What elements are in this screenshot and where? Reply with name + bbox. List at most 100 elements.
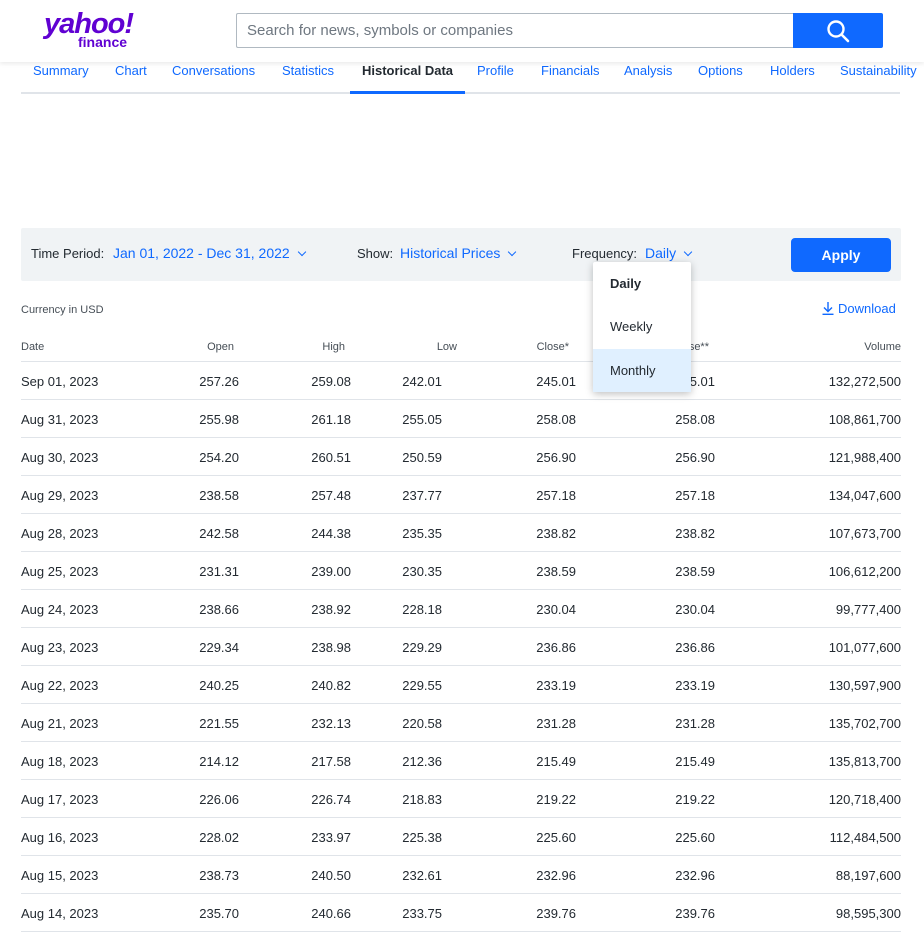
search-button[interactable] bbox=[793, 13, 883, 48]
frequency-option-monthly[interactable]: Monthly bbox=[593, 349, 691, 392]
tab-summary[interactable]: Summary bbox=[33, 62, 89, 96]
tab-conversations[interactable]: Conversations bbox=[172, 62, 255, 96]
cell-close: 239.76 bbox=[536, 906, 576, 921]
tab-holders[interactable]: Holders bbox=[770, 62, 815, 96]
cell-high: 238.92 bbox=[311, 602, 351, 617]
table-row: Aug 29, 2023 238.58 257.48 237.77 257.18 257.… bbox=[21, 476, 901, 514]
cell-high: 238.98 bbox=[311, 640, 351, 655]
table-row: Aug 28, 2023 242.58 244.38 235.35 238.82 238.… bbox=[21, 514, 901, 552]
yahoo-finance-logo[interactable]: yahoo! finance bbox=[44, 8, 140, 50]
cell-open: 226.06 bbox=[199, 792, 239, 807]
cell-open: 228.02 bbox=[199, 830, 239, 845]
cell-close: 215.49 bbox=[536, 754, 576, 769]
frequency-option-weekly[interactable]: Weekly bbox=[593, 305, 691, 348]
cell-volume: 99,777,400 bbox=[835, 602, 901, 617]
cell-volume: 108,861,700 bbox=[828, 412, 901, 427]
frequency-menu: Daily Weekly Monthly bbox=[593, 262, 691, 392]
cell-adj-close: 256.90 bbox=[675, 450, 715, 465]
cell-low: 220.58 bbox=[402, 716, 442, 731]
tab-sustainability[interactable]: Sustainability bbox=[840, 62, 917, 96]
cell-volume: 112,484,500 bbox=[829, 830, 901, 845]
currency-note: Currency in USD bbox=[21, 304, 104, 316]
cell-low: 232.61 bbox=[402, 868, 442, 883]
cell-high: 244.38 bbox=[311, 526, 351, 541]
tab-historical-data[interactable]: Historical Data bbox=[349, 62, 466, 96]
cell-adj-close: 239.76 bbox=[675, 906, 715, 921]
cell-low: 218.83 bbox=[402, 792, 442, 807]
tab-profile[interactable]: Profile bbox=[477, 62, 514, 96]
frequency-dropdown[interactable]: Daily bbox=[645, 245, 693, 261]
cell-adj-close: 231.28 bbox=[675, 716, 715, 731]
table-row: Aug 22, 2023 240.25 240.82 229.55 233.19 233.… bbox=[21, 666, 901, 704]
cell-date: Aug 15, 2023 bbox=[21, 868, 99, 883]
cell-date: Aug 21, 2023 bbox=[21, 716, 99, 731]
show-label: Show: bbox=[357, 246, 394, 261]
cell-date: Aug 25, 2023 bbox=[21, 564, 99, 579]
table-row: Aug 18, 2023 214.12 217.58 212.36 215.49 215.… bbox=[21, 742, 901, 780]
cell-low: 250.59 bbox=[402, 450, 442, 465]
tab-analysis[interactable]: Analysis bbox=[624, 62, 672, 96]
cell-adj-close: 233.19 bbox=[675, 678, 715, 693]
time-period-label: Time Period: bbox=[31, 246, 105, 261]
cell-close: 230.04 bbox=[536, 602, 576, 617]
cell-close: 233.19 bbox=[536, 678, 576, 693]
cell-date: Sep 01, 2023 bbox=[21, 374, 99, 389]
cell-adj-close: 238.82 bbox=[675, 526, 715, 541]
chevron-down-icon bbox=[683, 247, 693, 257]
cell-low: 237.77 bbox=[402, 488, 442, 503]
cell-low: 225.38 bbox=[402, 830, 442, 845]
cell-low: 233.75 bbox=[402, 906, 442, 921]
apply-button[interactable]: Apply bbox=[791, 238, 891, 272]
cell-adj-close: 215.49 bbox=[675, 754, 715, 769]
cell-close: 238.82 bbox=[536, 526, 576, 541]
cell-high: 259.08 bbox=[311, 374, 351, 389]
show-dropdown[interactable]: Historical Prices bbox=[400, 245, 517, 261]
cell-close: 231.28 bbox=[536, 716, 576, 731]
download-icon bbox=[822, 302, 834, 316]
cell-volume: 130,597,900 bbox=[828, 678, 901, 693]
cell-adj-close: 258.08 bbox=[675, 412, 715, 427]
frequency-option-daily[interactable]: Daily bbox=[593, 262, 691, 305]
table-row: Aug 17, 2023 226.06 226.74 218.83 219.22 219.… bbox=[21, 780, 901, 818]
column-header-open: Open bbox=[207, 341, 234, 353]
cell-low: 230.35 bbox=[402, 564, 442, 579]
search-icon bbox=[827, 20, 850, 43]
table-row: Sep 01, 2023 257.26 259.08 242.01 245.01 5.01… bbox=[21, 362, 901, 400]
cell-adj-close: 225.60 bbox=[675, 830, 715, 845]
tab-financials[interactable]: Financials bbox=[541, 62, 600, 96]
tab-statistics[interactable]: Statistics bbox=[282, 62, 334, 96]
table-row: Aug 30, 2023 254.20 260.51 250.59 256.90 256.… bbox=[21, 438, 901, 476]
download-label: Download bbox=[838, 301, 896, 316]
cell-volume: 101,077,600 bbox=[828, 640, 901, 655]
cell-open: 235.70 bbox=[199, 906, 239, 921]
cell-high: 240.66 bbox=[311, 906, 351, 921]
cell-low: 255.05 bbox=[402, 412, 442, 427]
tab-chart[interactable]: Chart bbox=[115, 62, 147, 96]
cell-volume: 134,047,600 bbox=[828, 488, 901, 503]
top-bar: yahoo! finance bbox=[0, 0, 924, 62]
cell-close: 256.90 bbox=[536, 450, 576, 465]
cell-low: 229.55 bbox=[402, 678, 442, 693]
historical-filter-bar: Time Period: Jan 01, 2022 - Dec 31, 2022… bbox=[21, 228, 901, 281]
cell-date: Aug 30, 2023 bbox=[21, 450, 99, 465]
cell-close: 225.60 bbox=[536, 830, 576, 845]
tab-options[interactable]: Options bbox=[698, 62, 743, 96]
cell-close: 258.08 bbox=[536, 412, 576, 427]
cell-date: Aug 31, 2023 bbox=[21, 412, 99, 427]
cell-open: 254.20 bbox=[199, 450, 239, 465]
time-period-dropdown[interactable]: Jan 01, 2022 - Dec 31, 2022 bbox=[113, 245, 306, 261]
search-input[interactable] bbox=[236, 13, 794, 48]
cell-adj-close: 230.04 bbox=[675, 602, 715, 617]
cell-date: Aug 23, 2023 bbox=[21, 640, 99, 655]
cell-high: 260.51 bbox=[311, 450, 351, 465]
cell-volume: 135,813,700 bbox=[828, 754, 901, 769]
cell-adj-close: 236.86 bbox=[675, 640, 715, 655]
show-value: Historical Prices bbox=[400, 245, 501, 261]
cell-adj-close: 219.22 bbox=[675, 792, 715, 807]
cell-open: 229.34 bbox=[199, 640, 239, 655]
cell-close: 236.86 bbox=[536, 640, 576, 655]
cell-close: 219.22 bbox=[536, 792, 576, 807]
download-link[interactable]: Download bbox=[822, 300, 896, 316]
cell-volume: 135,702,700 bbox=[828, 716, 901, 731]
column-header-close: Close* bbox=[536, 341, 569, 353]
